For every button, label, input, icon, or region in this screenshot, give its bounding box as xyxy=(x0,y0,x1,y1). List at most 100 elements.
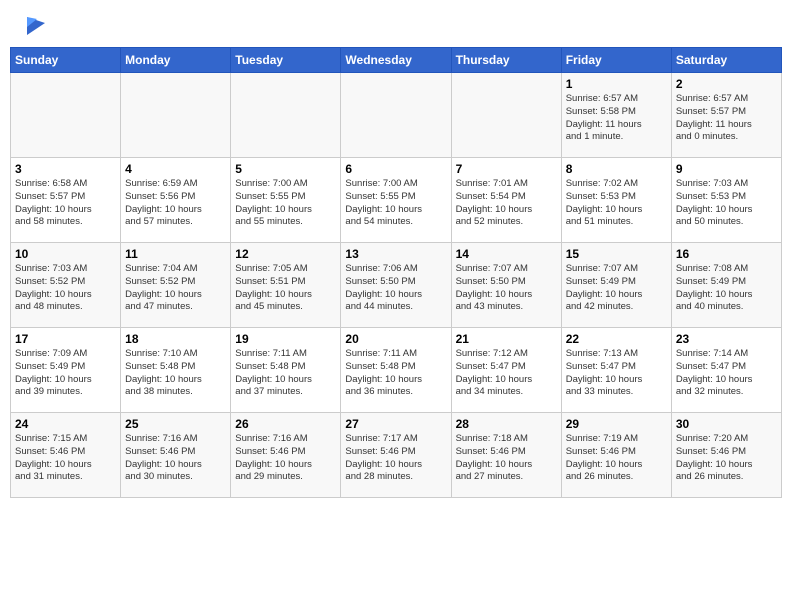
calendar-cell: 1 Sunrise: 6:57 AM Sunset: 5:58 PM Daylig… xyxy=(561,73,671,158)
calendar-cell xyxy=(121,73,231,158)
day-of-week-header: Tuesday xyxy=(231,48,341,73)
calendar-cell: 24 Sunrise: 7:15 AM Sunset: 5:46 PM Dayli… xyxy=(11,413,121,498)
day-number: 20 xyxy=(345,332,446,346)
calendar-cell: 6Sunrise: 7:00 AM Sunset: 5:55 PM Daylig… xyxy=(341,158,451,243)
calendar-cell: 18 Sunrise: 7:10 AM Sunset: 5:48 PM Dayli… xyxy=(121,328,231,413)
day-info: Sunrise: 7:11 AM Sunset: 5:48 PM Dayligh… xyxy=(345,348,446,399)
day-number: 29 xyxy=(566,417,667,431)
calendar-cell: 16 Sunrise: 7:08 AM Sunset: 5:49 PM Dayli… xyxy=(671,243,781,328)
day-number: 17 xyxy=(15,332,116,346)
calendar-cell: 12 Sunrise: 7:05 AM Sunset: 5:51 PM Dayli… xyxy=(231,243,341,328)
day-info: Sunrise: 7:18 AM Sunset: 5:46 PM Dayligh… xyxy=(456,433,557,484)
day-info: Sunrise: 7:15 AM Sunset: 5:46 PM Dayligh… xyxy=(15,433,116,484)
day-of-week-header: Wednesday xyxy=(341,48,451,73)
day-info: Sunrise: 7:11 AM Sunset: 5:48 PM Dayligh… xyxy=(235,348,336,399)
day-info: Sunrise: 7:09 AM Sunset: 5:49 PM Dayligh… xyxy=(15,348,116,399)
day-info: Sunrise: 7:05 AM Sunset: 5:51 PM Dayligh… xyxy=(235,263,336,314)
day-info: Sunrise: 7:19 AM Sunset: 5:46 PM Dayligh… xyxy=(566,433,667,484)
calendar-cell: 22Sunrise: 7:13 AM Sunset: 5:47 PM Dayli… xyxy=(561,328,671,413)
day-info: Sunrise: 7:16 AM Sunset: 5:46 PM Dayligh… xyxy=(125,433,226,484)
day-of-week-header: Thursday xyxy=(451,48,561,73)
day-number: 15 xyxy=(566,247,667,261)
calendar-cell: 2 Sunrise: 6:57 AM Sunset: 5:57 PM Daylig… xyxy=(671,73,781,158)
calendar-cell xyxy=(231,73,341,158)
calendar-cell: 10Sunrise: 7:03 AM Sunset: 5:52 PM Dayli… xyxy=(11,243,121,328)
calendar-cell: 17 Sunrise: 7:09 AM Sunset: 5:49 PM Dayli… xyxy=(11,328,121,413)
calendar-cell: 26 Sunrise: 7:16 AM Sunset: 5:46 PM Dayli… xyxy=(231,413,341,498)
calendar-cell: 15 Sunrise: 7:07 AM Sunset: 5:49 PM Dayli… xyxy=(561,243,671,328)
day-of-week-header: Sunday xyxy=(11,48,121,73)
calendar-cell: 29 Sunrise: 7:19 AM Sunset: 5:46 PM Dayli… xyxy=(561,413,671,498)
day-number: 16 xyxy=(676,247,777,261)
day-info: Sunrise: 7:13 AM Sunset: 5:47 PM Dayligh… xyxy=(566,348,667,399)
calendar-cell: 19 Sunrise: 7:11 AM Sunset: 5:48 PM Dayli… xyxy=(231,328,341,413)
calendar-cell: 21Sunrise: 7:12 AM Sunset: 5:47 PM Dayli… xyxy=(451,328,561,413)
calendar-week-row: 1 Sunrise: 6:57 AM Sunset: 5:58 PM Daylig… xyxy=(11,73,782,158)
calendar-cell xyxy=(341,73,451,158)
calendar-cell: 23 Sunrise: 7:14 AM Sunset: 5:47 PM Dayli… xyxy=(671,328,781,413)
day-number: 5 xyxy=(235,162,336,176)
calendar-cell: 9 Sunrise: 7:03 AM Sunset: 5:53 PM Daylig… xyxy=(671,158,781,243)
day-number: 25 xyxy=(125,417,226,431)
day-number: 30 xyxy=(676,417,777,431)
logo-icon xyxy=(17,15,47,37)
day-info: Sunrise: 7:07 AM Sunset: 5:49 PM Dayligh… xyxy=(566,263,667,314)
day-number: 12 xyxy=(235,247,336,261)
day-of-week-header: Saturday xyxy=(671,48,781,73)
day-info: Sunrise: 7:01 AM Sunset: 5:54 PM Dayligh… xyxy=(456,178,557,229)
calendar-week-row: 10Sunrise: 7:03 AM Sunset: 5:52 PM Dayli… xyxy=(11,243,782,328)
day-info: Sunrise: 7:17 AM Sunset: 5:46 PM Dayligh… xyxy=(345,433,446,484)
day-number: 9 xyxy=(676,162,777,176)
calendar-cell: 7 Sunrise: 7:01 AM Sunset: 5:54 PM Daylig… xyxy=(451,158,561,243)
day-info: Sunrise: 7:03 AM Sunset: 5:53 PM Dayligh… xyxy=(676,178,777,229)
calendar-cell: 25 Sunrise: 7:16 AM Sunset: 5:46 PM Dayli… xyxy=(121,413,231,498)
calendar-cell: 11 Sunrise: 7:04 AM Sunset: 5:52 PM Dayli… xyxy=(121,243,231,328)
day-number: 24 xyxy=(15,417,116,431)
calendar-week-row: 3Sunrise: 6:58 AM Sunset: 5:57 PM Daylig… xyxy=(11,158,782,243)
day-number: 6 xyxy=(345,162,446,176)
day-number: 18 xyxy=(125,332,226,346)
calendar-cell: 28 Sunrise: 7:18 AM Sunset: 5:46 PM Dayli… xyxy=(451,413,561,498)
day-number: 26 xyxy=(235,417,336,431)
calendar-cell: 5Sunrise: 7:00 AM Sunset: 5:55 PM Daylig… xyxy=(231,158,341,243)
calendar-cell: 30 Sunrise: 7:20 AM Sunset: 5:46 PM Dayli… xyxy=(671,413,781,498)
day-of-week-header: Friday xyxy=(561,48,671,73)
day-number: 2 xyxy=(676,77,777,91)
calendar-cell: 14Sunrise: 7:07 AM Sunset: 5:50 PM Dayli… xyxy=(451,243,561,328)
day-of-week-header: Monday xyxy=(121,48,231,73)
calendar-cell: 4 Sunrise: 6:59 AM Sunset: 5:56 PM Daylig… xyxy=(121,158,231,243)
calendar-table: SundayMondayTuesdayWednesdayThursdayFrid… xyxy=(10,47,782,498)
calendar-week-row: 24 Sunrise: 7:15 AM Sunset: 5:46 PM Dayli… xyxy=(11,413,782,498)
day-number: 28 xyxy=(456,417,557,431)
day-number: 8 xyxy=(566,162,667,176)
day-info: Sunrise: 7:07 AM Sunset: 5:50 PM Dayligh… xyxy=(456,263,557,314)
logo-area xyxy=(15,15,49,37)
day-info: Sunrise: 7:02 AM Sunset: 5:53 PM Dayligh… xyxy=(566,178,667,229)
day-info: Sunrise: 7:20 AM Sunset: 5:46 PM Dayligh… xyxy=(676,433,777,484)
calendar-cell: 13Sunrise: 7:06 AM Sunset: 5:50 PM Dayli… xyxy=(341,243,451,328)
calendar-cell: 3Sunrise: 6:58 AM Sunset: 5:57 PM Daylig… xyxy=(11,158,121,243)
day-number: 1 xyxy=(566,77,667,91)
day-number: 7 xyxy=(456,162,557,176)
day-info: Sunrise: 6:57 AM Sunset: 5:57 PM Dayligh… xyxy=(676,93,777,144)
day-info: Sunrise: 7:08 AM Sunset: 5:49 PM Dayligh… xyxy=(676,263,777,314)
day-number: 13 xyxy=(345,247,446,261)
day-number: 4 xyxy=(125,162,226,176)
calendar-cell: 8 Sunrise: 7:02 AM Sunset: 5:53 PM Daylig… xyxy=(561,158,671,243)
day-number: 19 xyxy=(235,332,336,346)
calendar-week-row: 17 Sunrise: 7:09 AM Sunset: 5:49 PM Dayli… xyxy=(11,328,782,413)
day-number: 27 xyxy=(345,417,446,431)
day-number: 23 xyxy=(676,332,777,346)
day-info: Sunrise: 7:16 AM Sunset: 5:46 PM Dayligh… xyxy=(235,433,336,484)
day-info: Sunrise: 7:14 AM Sunset: 5:47 PM Dayligh… xyxy=(676,348,777,399)
calendar-cell: 27 Sunrise: 7:17 AM Sunset: 5:46 PM Dayli… xyxy=(341,413,451,498)
day-number: 11 xyxy=(125,247,226,261)
day-info: Sunrise: 7:10 AM Sunset: 5:48 PM Dayligh… xyxy=(125,348,226,399)
day-number: 21 xyxy=(456,332,557,346)
calendar-cell: 20 Sunrise: 7:11 AM Sunset: 5:48 PM Dayli… xyxy=(341,328,451,413)
day-info: Sunrise: 6:59 AM Sunset: 5:56 PM Dayligh… xyxy=(125,178,226,229)
day-info: Sunrise: 7:04 AM Sunset: 5:52 PM Dayligh… xyxy=(125,263,226,314)
day-info: Sunrise: 6:58 AM Sunset: 5:57 PM Dayligh… xyxy=(15,178,116,229)
day-info: Sunrise: 6:57 AM Sunset: 5:58 PM Dayligh… xyxy=(566,93,667,144)
day-info: Sunrise: 7:03 AM Sunset: 5:52 PM Dayligh… xyxy=(15,263,116,314)
